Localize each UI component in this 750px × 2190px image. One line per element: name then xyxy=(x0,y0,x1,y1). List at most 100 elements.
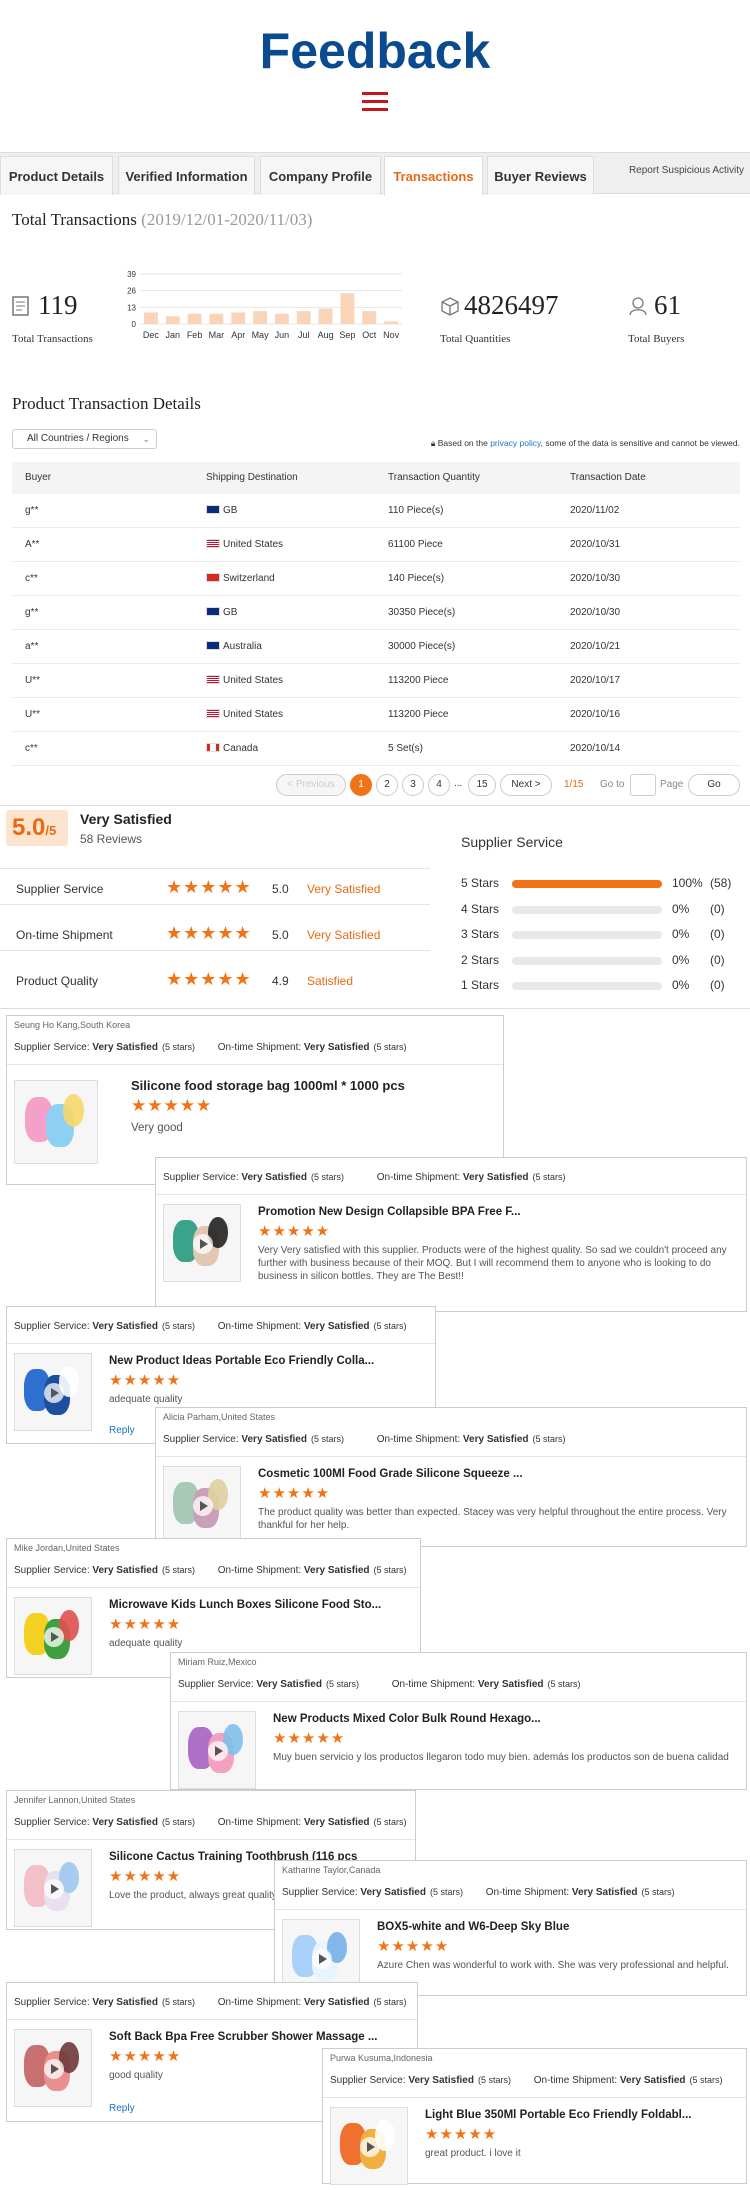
play-icon[interactable] xyxy=(208,1741,228,1761)
monthly-transactions-chart: 39 26 13 0 Dec Jan Feb Mar Apr May Jun Jul Aug Sep Oct… xyxy=(127,270,402,340)
destination-cell: Australia xyxy=(206,630,262,664)
product-thumbnail[interactable] xyxy=(178,1711,256,1789)
review-stars: ★★★★★ xyxy=(131,1096,213,1115)
product-name[interactable]: BOX5-white and W6-Deep Sky Blue xyxy=(377,1921,569,1933)
product-name[interactable]: Soft Back Bpa Free Scrubber Shower Massa… xyxy=(109,2031,377,2043)
privacy-policy-link[interactable]: privacy policy xyxy=(490,438,540,448)
meta-os-stars: (5 stars) xyxy=(373,1042,407,1052)
reply-link[interactable]: Reply xyxy=(109,1425,135,1436)
gb-flag-icon xyxy=(206,607,220,616)
meta-ss-stars: (5 stars) xyxy=(161,1817,195,1827)
au-flag-icon xyxy=(206,641,220,650)
product-thumbnail[interactable] xyxy=(14,1353,92,1431)
meta-ss-stars: (5 stars) xyxy=(161,1321,195,1331)
meta-os-label: On-time Shipment: xyxy=(376,1434,461,1445)
menu-icon[interactable] xyxy=(362,92,388,116)
date-cell: 2020/10/21 xyxy=(570,641,621,652)
card-divider xyxy=(156,1194,746,1195)
page-3-button[interactable]: 3 xyxy=(402,774,424,796)
meta-ss-stars: (5 stars) xyxy=(161,1997,195,2007)
card-divider xyxy=(171,1701,746,1702)
star-level-label: 5 Stars xyxy=(461,876,500,890)
product-thumbnail[interactable] xyxy=(14,1080,98,1164)
product-name[interactable]: Cosmetic 100Ml Food Grade Silicone Squee… xyxy=(258,1468,523,1480)
page-2-button[interactable]: 2 xyxy=(376,774,398,796)
review-meta: Supplier Service: Very Satisfied (5 stars… xyxy=(14,1817,407,1828)
product-thumbnail[interactable] xyxy=(14,1849,92,1927)
product-thumbnail[interactable] xyxy=(163,1204,241,1282)
star-count: (0) xyxy=(710,952,725,967)
tab-company-profile[interactable]: Company Profile xyxy=(260,156,381,195)
goto-label: Go to xyxy=(600,779,625,790)
go-button[interactable]: Go xyxy=(688,774,740,796)
play-icon[interactable] xyxy=(360,2137,380,2157)
reviews-count: 58 Reviews xyxy=(80,832,143,846)
card-divider xyxy=(156,1456,746,1457)
page-4-button[interactable]: 4 xyxy=(428,774,450,796)
product-name[interactable]: Silicone food storage bag 1000ml * 1000 … xyxy=(131,1078,405,1093)
meta-ss-stars: (5 stars) xyxy=(161,1042,195,1052)
meta-os-value: Very Satisfied xyxy=(462,1434,529,1445)
rating-text: Very Satisfied xyxy=(307,882,381,896)
score-outof: /5 xyxy=(45,823,57,838)
report-link[interactable]: Report Suspicious Activity xyxy=(629,165,744,176)
document-icon xyxy=(12,296,30,316)
tab-transactions[interactable]: Transactions xyxy=(384,156,483,196)
meta-ss-value: Very Satisfied xyxy=(360,1887,426,1898)
product-name[interactable]: New Product Ideas Portable Eco Friendly … xyxy=(109,1355,374,1367)
page-1-button[interactable]: 1 xyxy=(350,774,372,796)
product-thumbnail[interactable] xyxy=(14,1597,92,1675)
page-15-button[interactable]: 15 xyxy=(468,774,496,796)
col-quantity: Transaction Quantity xyxy=(388,472,480,483)
product-thumbnail[interactable] xyxy=(330,2107,408,2185)
meta-os-label: On-time Shipment: xyxy=(376,1172,461,1183)
meta-ss-value: Very Satisfied xyxy=(256,1679,322,1690)
play-icon[interactable] xyxy=(44,2059,64,2079)
product-thumbnail[interactable] xyxy=(163,1466,241,1544)
play-icon[interactable] xyxy=(312,1949,332,1969)
page-input[interactable] xyxy=(630,774,656,796)
reply-link[interactable]: Reply xyxy=(109,2103,135,2114)
review-meta: Supplier Service: Very Satisfied (5 stars… xyxy=(14,1321,407,1332)
y-tick-label: 13 xyxy=(127,303,136,312)
meta-os-label: On-time Shipment: xyxy=(217,1997,302,2008)
country-filter-select[interactable]: All Countries / Regions ⌄ xyxy=(12,429,157,449)
review-stars: ★★★★★ xyxy=(273,1730,346,1747)
review-stars: ★★★★★ xyxy=(377,1938,450,1955)
play-icon[interactable] xyxy=(193,1234,213,1254)
destination-cell: United States xyxy=(206,528,283,562)
product-thumbnail[interactable] xyxy=(14,2029,92,2107)
product-name[interactable]: New Products Mixed Color Bulk Round Hexa… xyxy=(273,1713,541,1725)
quantity-cell: 61100 Piece xyxy=(388,539,443,550)
tab-buyer-reviews[interactable]: Buyer Reviews xyxy=(487,156,594,195)
meta-ss-stars: (5 stars) xyxy=(477,2075,511,2085)
play-icon[interactable] xyxy=(44,1627,64,1647)
prev-page-button[interactable]: < Previous xyxy=(276,774,346,796)
star-bar xyxy=(512,931,662,939)
star-bar-fill xyxy=(512,880,662,888)
meta-ss-label: Supplier Service: xyxy=(330,2075,406,2086)
play-icon[interactable] xyxy=(44,1879,64,1899)
rating-value: 5.0 xyxy=(272,928,289,942)
product-name[interactable]: Promotion New Design Collapsible BPA Fre… xyxy=(258,1206,521,1218)
rating-divider xyxy=(0,904,430,905)
review-stars: ★★★★★ xyxy=(109,1616,182,1633)
tab-verified-information[interactable]: Verified Information xyxy=(118,156,255,195)
product-name[interactable]: Light Blue 350Ml Portable Eco Friendly F… xyxy=(425,2109,691,2121)
total-range: (2019/12/01-2020/11/03) xyxy=(141,210,313,229)
buyer-cell: c** xyxy=(25,743,38,754)
next-page-button[interactable]: Next > xyxy=(500,774,552,796)
tab-product-details[interactable]: Product Details xyxy=(0,156,113,195)
stat-quantities-label: Total Quantities xyxy=(440,333,511,345)
table-row: c** Switzerland 140 Piece(s) 2020/10/30 xyxy=(12,562,740,596)
meta-os-value: Very Satisfied xyxy=(303,1565,370,1576)
stat-transactions-label: Total Transactions xyxy=(12,333,93,345)
product-name[interactable]: Microwave Kids Lunch Boxes Silicone Food… xyxy=(109,1599,381,1611)
star-level-label: 4 Stars xyxy=(461,901,500,916)
rating-value: 5.0 xyxy=(272,882,289,896)
bar xyxy=(253,311,267,324)
play-icon[interactable] xyxy=(193,1496,213,1516)
ch-flag-icon xyxy=(206,573,220,582)
play-icon[interactable] xyxy=(44,1383,64,1403)
destination-text: Canada xyxy=(223,743,259,754)
